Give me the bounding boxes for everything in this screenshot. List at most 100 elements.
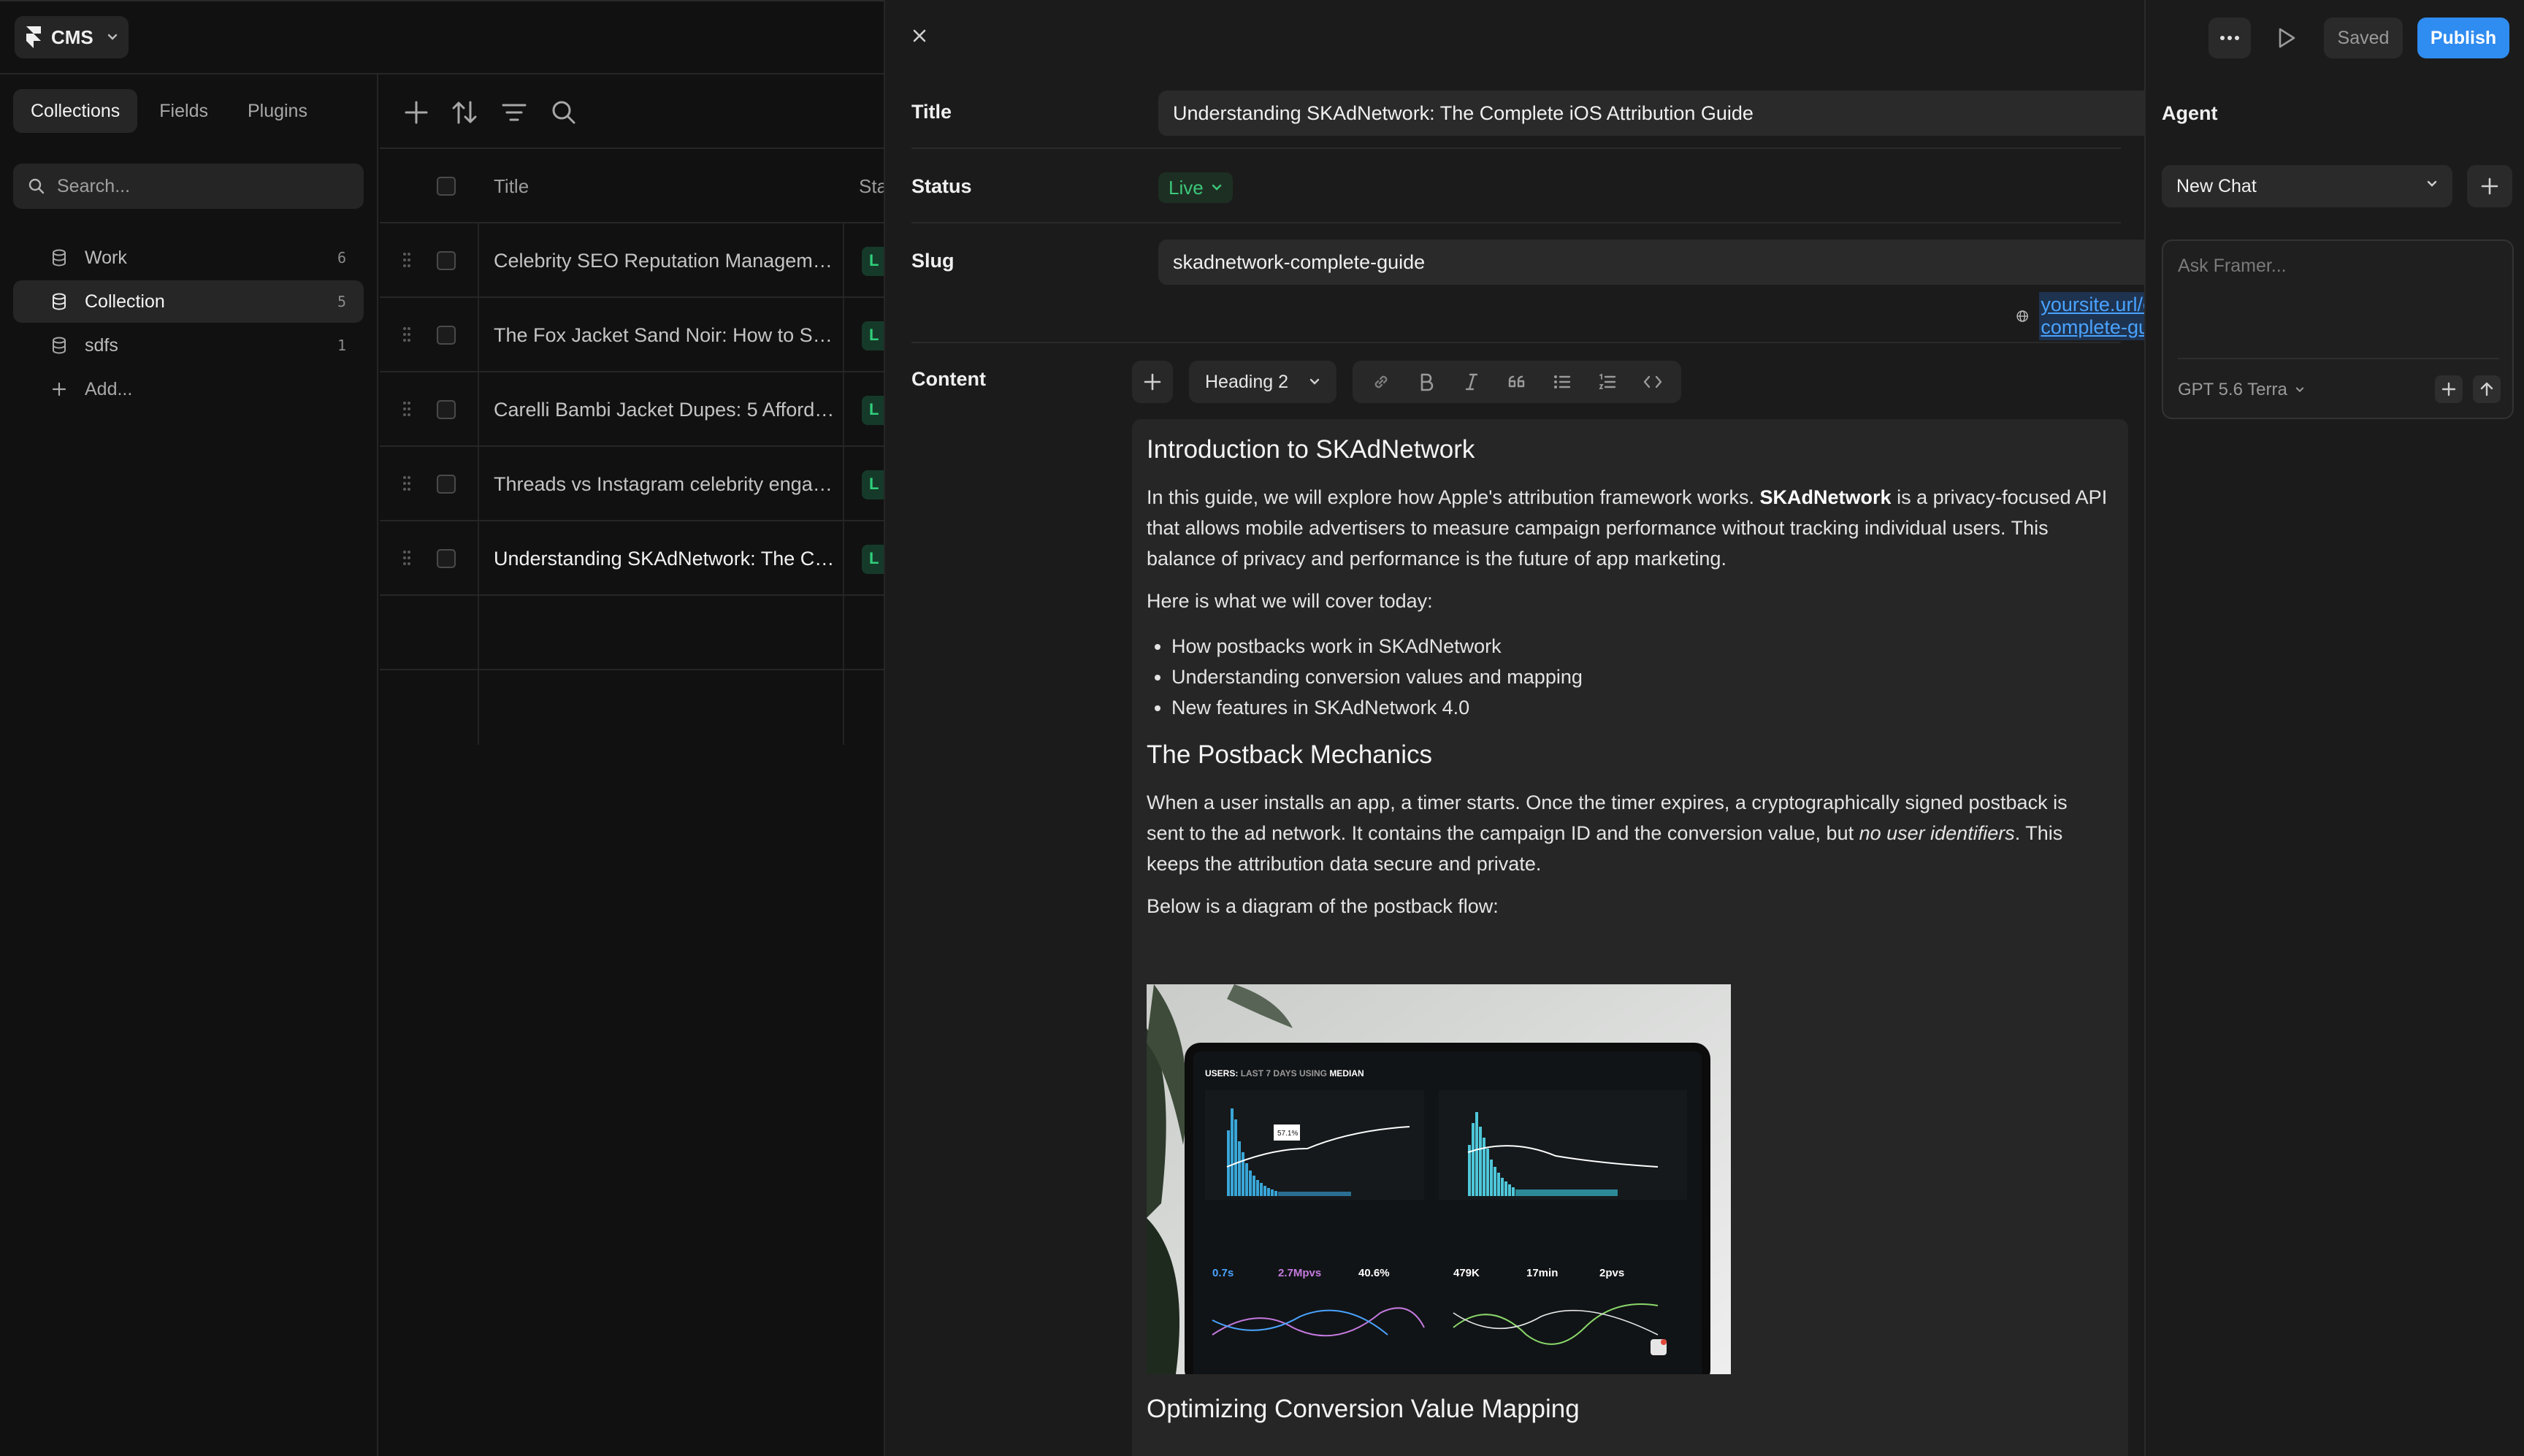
publish-button[interactable]: Publish <box>2417 18 2509 58</box>
table-row-empty[interactable] <box>380 596 884 670</box>
heading-introduction: Introduction to SKAdNetwork <box>1147 435 1475 464</box>
row-checkbox[interactable] <box>437 251 456 270</box>
link-icon <box>1374 375 1388 388</box>
row-title: Carelli Bambi Jacket Dupes: 5 Affordable… <box>494 399 837 421</box>
slug-field-row: Slug skadnetwork-complete-guide <box>911 223 2154 343</box>
code-button[interactable] <box>1632 361 1674 403</box>
link-button[interactable] <box>1360 361 1402 403</box>
drag-handle-icon[interactable] <box>402 475 412 492</box>
title-field-row: Title Understanding SKAdNetwork: The Com… <box>911 74 2154 149</box>
status-select[interactable]: Live <box>1158 172 1233 203</box>
row-title: Celebrity SEO Reputation Management <box>494 250 837 272</box>
arrow-up-icon <box>2480 382 2493 396</box>
row-checkbox[interactable] <box>437 475 456 494</box>
cms-sidebar: Collections Fields Plugins Work 6 <box>0 74 378 1456</box>
sidebar-item-work[interactable]: Work 6 <box>13 237 364 279</box>
table-row[interactable]: The Fox Jacket Sand Noir: How to Style I… <box>380 298 891 372</box>
svg-text:2pvs: 2pvs <box>1599 1267 1624 1279</box>
tab-plugins[interactable]: Plugins <box>230 89 325 133</box>
svg-text:0.7s: 0.7s <box>1212 1267 1234 1279</box>
chat-select-value: New Chat <box>2176 175 2257 196</box>
search-icon[interactable] <box>549 98 578 127</box>
agent-input-box: GPT 5.6 Terra <box>2162 240 2514 419</box>
sort-icon[interactable] <box>450 98 479 127</box>
title-field-label: Title <box>911 101 952 123</box>
more-horizontal-icon <box>2220 36 2239 40</box>
list-item: Understanding conversion values and mapp… <box>1171 662 1583 692</box>
model-select[interactable]: GPT 5.6 Terra <box>2178 380 2305 400</box>
collection-count: 6 <box>337 249 346 267</box>
select-all-checkbox[interactable] <box>437 177 456 196</box>
analytics-dashboard-on-tablet-image[interactable]: USERS: LAST 7 DAYS USING MEDIAN 57.1% 0.… <box>1147 984 1731 1374</box>
drag-handle-icon[interactable] <box>402 251 412 269</box>
collection-search <box>13 164 364 209</box>
italic-button[interactable] <box>1450 361 1493 403</box>
chevron-down-icon <box>1212 184 1221 191</box>
table-header: Title Status <box>380 149 913 223</box>
new-chat-button[interactable] <box>2467 165 2512 207</box>
row-title: The Fox Jacket Sand Noir: How to Style I… <box>494 324 837 346</box>
attach-button[interactable] <box>2435 375 2463 403</box>
tab-collections[interactable]: Collections <box>13 89 138 133</box>
agent-prompt-input[interactable] <box>2178 256 2499 336</box>
format-buttons <box>1352 361 1681 403</box>
divider <box>2178 358 2499 359</box>
drag-handle-icon[interactable] <box>402 549 412 567</box>
table-toolbar <box>380 74 884 149</box>
chevron-down-icon <box>1309 378 1320 385</box>
plus-icon[interactable] <box>402 98 431 127</box>
bold-button[interactable] <box>1405 361 1448 403</box>
more-button[interactable] <box>2208 18 2251 58</box>
row-checkbox[interactable] <box>437 549 456 568</box>
plus-icon <box>2481 177 2498 195</box>
status-field-row: Status Live <box>911 149 2121 223</box>
send-button[interactable] <box>2473 375 2501 403</box>
paragraph-diagram: Below is a diagram of the postback flow: <box>1147 895 1499 917</box>
close-icon[interactable] <box>910 26 929 45</box>
cms-menu-button[interactable]: CMS <box>15 16 129 58</box>
block-type-select[interactable]: Heading 2 <box>1189 361 1336 403</box>
bullet-list-button[interactable] <box>1541 361 1583 403</box>
column-header-title[interactable]: Title <box>494 175 529 198</box>
search-input[interactable] <box>57 175 349 197</box>
insert-block-button[interactable] <box>1132 361 1173 403</box>
table-row[interactable]: Threads vs Instagram celebrity engagemen… <box>380 447 891 521</box>
code-icon <box>1643 375 1662 388</box>
svg-text:2.7Mpvs: 2.7Mpvs <box>1278 1267 1321 1279</box>
framer-logo-icon <box>26 26 41 48</box>
quote-button[interactable] <box>1496 361 1538 403</box>
sidebar-item-collection[interactable]: Collection 5 <box>13 280 364 323</box>
image-header-text: USERS: LAST 7 DAYS USING MEDIAN <box>1205 1068 1364 1078</box>
collection-table: Title Status Celebrity SEO Reputation Ma… <box>380 74 913 1456</box>
add-collection-button[interactable]: Add... <box>13 368 364 410</box>
table-row[interactable]: Celebrity SEO Reputation Management L <box>380 223 891 298</box>
preview-button[interactable] <box>2265 18 2308 58</box>
chat-select[interactable]: New Chat <box>2162 165 2452 207</box>
table-row[interactable]: Understanding SKAdNetwork: The Complete … <box>380 521 891 596</box>
slug-input[interactable]: skadnetwork-complete-guide <box>1158 240 2154 285</box>
chevron-down-icon <box>2427 180 2437 187</box>
plus-icon <box>1144 373 1161 391</box>
paragraph-cover: Here is what we will cover today: <box>1147 590 1433 612</box>
tab-fields[interactable]: Fields <box>142 89 226 133</box>
list-item: How postbacks work in SKAdNetwork <box>1171 631 1583 662</box>
italic-icon <box>1465 373 1478 391</box>
rich-text-toolbar: Heading 2 <box>1132 359 1681 405</box>
sidebar-item-sdfs[interactable]: sdfs 1 <box>13 324 364 367</box>
content-field-label: Content <box>911 368 986 390</box>
row-checkbox[interactable] <box>437 400 456 419</box>
svg-text:17min: 17min <box>1526 1267 1558 1279</box>
drag-handle-icon[interactable] <box>402 326 412 343</box>
collection-name: Collection <box>85 291 165 312</box>
drag-handle-icon[interactable] <box>402 400 412 418</box>
numbered-list-button[interactable] <box>1586 361 1629 403</box>
search-icon <box>28 178 45 194</box>
title-input[interactable]: Understanding SKAdNetwork: The Complete … <box>1158 91 2154 136</box>
filter-icon[interactable] <box>500 98 529 127</box>
list-item: New features in SKAdNetwork 4.0 <box>1171 692 1583 723</box>
plus-icon <box>2441 382 2456 396</box>
database-icon <box>53 293 66 310</box>
row-checkbox[interactable] <box>437 326 456 345</box>
content-editor[interactable]: Introduction to SKAdNetwork In this guid… <box>1132 419 2128 1456</box>
table-row[interactable]: Carelli Bambi Jacket Dupes: 5 Affordable… <box>380 372 891 447</box>
